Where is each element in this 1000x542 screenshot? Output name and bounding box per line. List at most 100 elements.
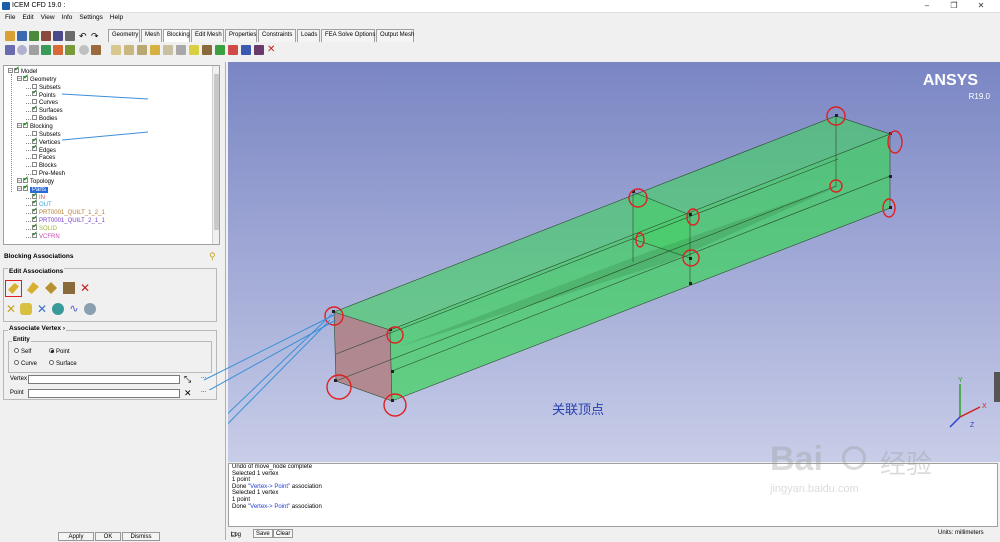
reset-associations-icon[interactable]: ✕ — [36, 303, 48, 315]
tree-checkbox[interactable] — [32, 89, 38, 97]
tree-checkbox[interactable] — [32, 154, 37, 160]
fit-window-icon[interactable] — [5, 45, 15, 55]
tree-node[interactable]: Pre-Mesh — [26, 169, 65, 178]
tree-expander-icon[interactable] — [26, 84, 31, 89]
output-icon[interactable] — [65, 31, 75, 41]
zoom-icon[interactable] — [17, 45, 27, 55]
open-icon[interactable] — [5, 31, 15, 41]
tree-expander-icon[interactable] — [26, 115, 31, 121]
tree-expander-icon[interactable] — [26, 170, 31, 175]
menu-help[interactable]: Help — [110, 14, 123, 21]
menu-settings[interactable]: Settings — [79, 14, 103, 21]
help-icon[interactable]: ⚲ — [209, 251, 217, 261]
transform-blocks-icon[interactable] — [189, 45, 199, 55]
menu-file[interactable]: File — [5, 14, 15, 21]
viewport-side-handle[interactable] — [994, 372, 1000, 402]
tree-checkbox[interactable] — [32, 144, 38, 152]
tree-checkbox[interactable] — [32, 162, 37, 168]
radio-surface[interactable]: Surface — [49, 360, 77, 367]
wireframe-icon[interactable] — [41, 45, 51, 55]
tree-expander-icon[interactable] — [26, 99, 31, 105]
minimize-button[interactable]: – — [918, 1, 936, 11]
solid-icon[interactable] — [53, 45, 63, 55]
delete-block-icon[interactable]: ✕ — [267, 45, 277, 55]
geometry-save-icon[interactable] — [29, 31, 39, 41]
associate-face-icon[interactable] — [63, 282, 75, 294]
pre-mesh-quality-icon[interactable] — [228, 45, 238, 55]
tree-checkbox[interactable] — [32, 137, 38, 145]
associate-icon[interactable] — [163, 45, 173, 55]
rotate-icon[interactable] — [79, 45, 89, 55]
redo-icon[interactable]: ↷ — [91, 31, 101, 41]
tree-expander-icon[interactable]: − — [17, 177, 22, 183]
blocking-save-icon[interactable] — [53, 31, 63, 41]
tree-expander-icon[interactable] — [26, 217, 31, 223]
close-button[interactable]: ✕ — [972, 1, 990, 11]
radio-point[interactable]: Point — [49, 348, 70, 355]
tree-checkbox[interactable] — [32, 115, 37, 121]
update-associations-icon[interactable] — [20, 303, 32, 315]
tree-checkbox[interactable] — [32, 130, 37, 136]
measure-icon[interactable] — [65, 45, 75, 55]
tree-checkbox[interactable] — [32, 169, 37, 175]
tree-checkbox[interactable] — [32, 231, 38, 239]
tab-mesh[interactable]: Mesh — [141, 29, 162, 42]
tree-checkbox[interactable] — [32, 223, 38, 231]
tree-node[interactable]: VCFRN — [26, 231, 60, 241]
pre-mesh-smooth-icon[interactable] — [241, 45, 251, 55]
tree-expander-icon[interactable]: − — [17, 75, 22, 81]
tree-expander-icon[interactable] — [26, 139, 31, 144]
tree-checkbox[interactable] — [32, 207, 38, 215]
tab-properties[interactable]: Properties — [225, 29, 257, 42]
tree-expander-icon[interactable] — [26, 146, 31, 152]
associate-vertex-button[interactable] — [5, 280, 22, 297]
tree-checkbox[interactable] — [32, 105, 38, 113]
show-associations-icon[interactable] — [84, 303, 96, 315]
tab-output-mesh[interactable]: Output Mesh — [376, 29, 414, 42]
tree-checkbox[interactable] — [23, 121, 29, 129]
vertex-field[interactable] — [28, 375, 180, 384]
tab-fea-solve-options[interactable]: FEA Solve Options — [321, 29, 375, 42]
tree-expander-icon[interactable]: − — [17, 185, 22, 191]
tree-expander-icon[interactable] — [26, 225, 31, 230]
create-block-icon[interactable] — [111, 45, 121, 55]
tree-expander-icon[interactable] — [26, 201, 31, 207]
select-vertex-icon[interactable]: ⤡ — [184, 374, 196, 386]
point-more-dots[interactable]: ... — [201, 388, 206, 394]
edit-edge-icon[interactable] — [202, 45, 212, 55]
tab-blocking[interactable]: Blocking — [163, 29, 190, 42]
menu-view[interactable]: View — [41, 14, 55, 21]
snap-project-icon[interactable]: ✕ — [5, 303, 17, 315]
select-point-icon[interactable]: ✕ — [184, 388, 196, 400]
merge-vertices-icon[interactable] — [137, 45, 147, 55]
box-zoom-icon[interactable] — [29, 45, 39, 55]
undo-icon[interactable]: ↶ — [79, 31, 89, 41]
mesh-save-icon[interactable] — [41, 31, 51, 41]
tree-checkbox[interactable] — [32, 215, 38, 223]
tree-expander-icon[interactable] — [26, 194, 31, 199]
tree-checkbox[interactable] — [23, 74, 29, 82]
tree-node[interactable]: Bodies — [26, 115, 57, 123]
tree-checkbox[interactable] — [32, 83, 37, 89]
tree-expander-icon[interactable] — [26, 154, 31, 160]
tree-checkbox[interactable] — [23, 176, 29, 184]
move-vertex-icon[interactable] — [176, 45, 186, 55]
maximize-button[interactable]: ❐ — [945, 1, 963, 11]
tree-checkbox[interactable] — [32, 99, 37, 105]
tree-expander-icon[interactable] — [26, 162, 31, 168]
point-field[interactable] — [28, 389, 180, 398]
auto-associate-icon[interactable] — [52, 303, 64, 315]
tree-checkbox[interactable] — [32, 192, 38, 200]
group-curves-icon[interactable]: ∿ — [68, 303, 80, 315]
clear-log-button[interactable]: Clear — [273, 529, 294, 538]
tree-checkbox[interactable] — [23, 184, 29, 192]
save-icon[interactable] — [17, 31, 27, 41]
settings-icon[interactable] — [91, 45, 101, 55]
tree-expander-icon[interactable]: − — [8, 67, 13, 73]
vertex-more-dots[interactable]: ... — [201, 374, 206, 380]
radio-curve[interactable]: Curve — [14, 360, 37, 367]
save-log-button[interactable]: Save — [253, 529, 273, 538]
menu-info[interactable]: Info — [62, 14, 73, 21]
tab-geometry[interactable]: Geometry — [108, 29, 140, 42]
split-block-icon[interactable] — [124, 45, 134, 55]
